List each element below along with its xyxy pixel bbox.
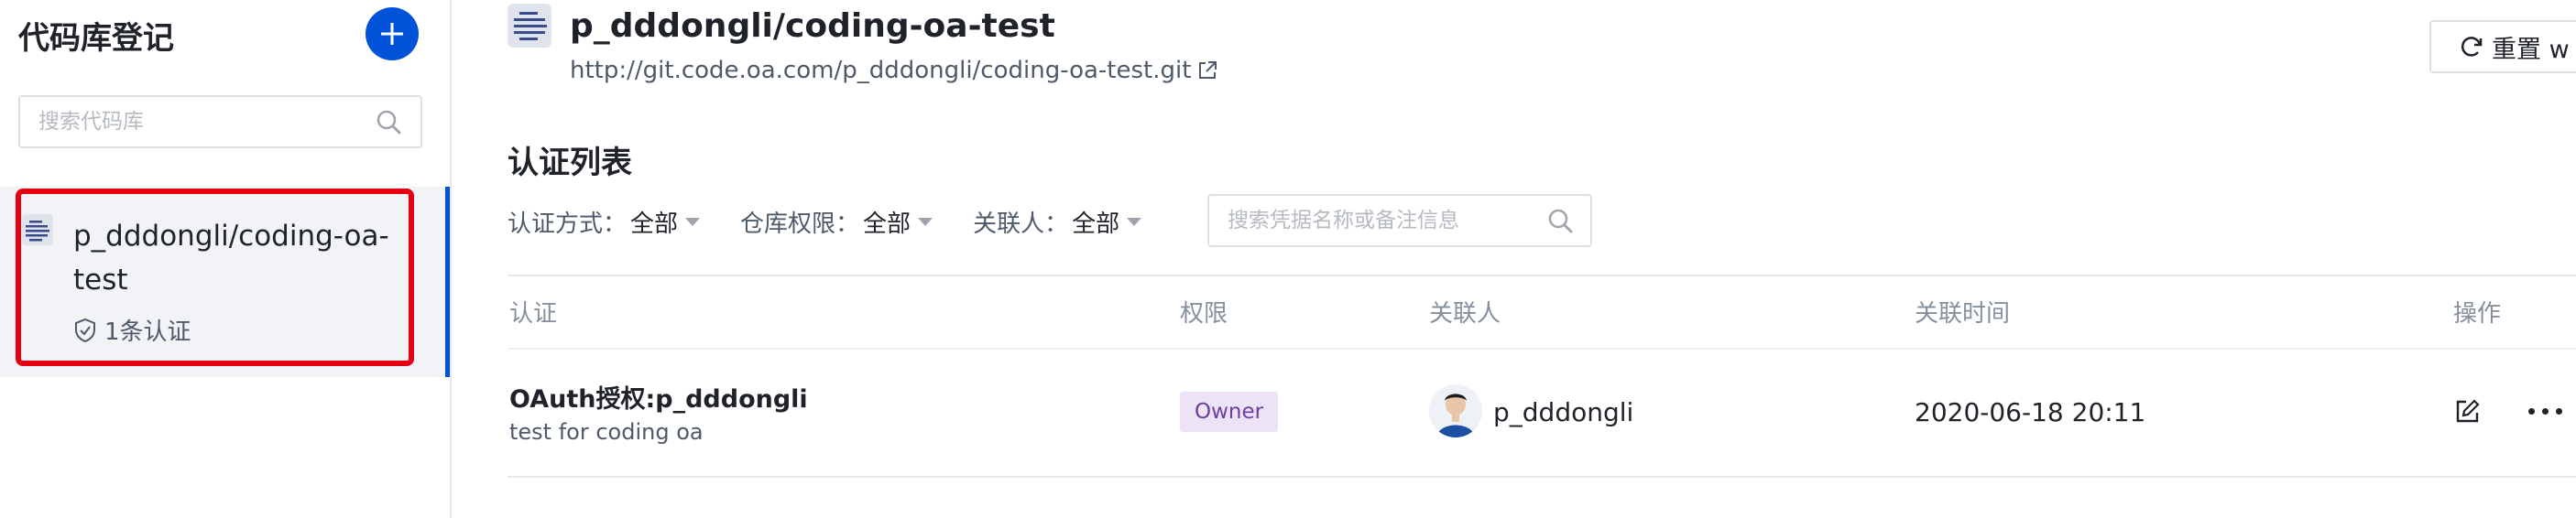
filter-value[interactable]: 全部	[1072, 205, 1119, 239]
table-divider	[508, 275, 2576, 276]
filter-label: 关联人：	[973, 210, 1069, 238]
repo-url-link[interactable]: http://git.code.oa.com/p_dddongli/coding…	[570, 57, 1218, 84]
repo-search-input[interactable]	[38, 110, 375, 134]
filter-repo-permission[interactable]: 仓库权限： 全部	[740, 205, 933, 239]
filter-value[interactable]: 全部	[863, 205, 911, 239]
filter-associated-user[interactable]: 关联人： 全部	[973, 205, 1142, 239]
filter-value[interactable]: 全部	[630, 205, 678, 239]
column-header-permission: 权限	[1180, 300, 1228, 328]
external-link-icon[interactable]	[1196, 59, 1218, 81]
repo-icon	[22, 214, 53, 245]
repo-search-box[interactable]	[18, 95, 422, 148]
associated-user-name: p_dddongli	[1493, 397, 1634, 427]
column-header-user: 关联人	[1429, 300, 1501, 328]
page-title: p_dddongli/coding-oa-test	[570, 7, 1055, 45]
search-icon[interactable]	[375, 108, 402, 135]
caret-down-icon[interactable]	[685, 217, 701, 226]
more-icon[interactable]	[2528, 408, 2562, 415]
section-title: 认证列表	[508, 145, 632, 181]
more-dot	[2556, 408, 2562, 415]
credential-search-input[interactable]	[1228, 209, 1546, 232]
search-icon[interactable]	[1546, 207, 1574, 234]
filter-label: 仓库权限：	[740, 210, 860, 238]
repo-name[interactable]: p_dddongli/coding-oa-test	[73, 214, 403, 302]
table-divider	[508, 348, 2576, 350]
more-dot	[2542, 408, 2549, 415]
filter-label: 认证方式：	[508, 210, 628, 238]
shield-check-icon	[75, 318, 95, 342]
caret-down-icon[interactable]	[1127, 217, 1142, 226]
column-header-auth: 认证	[509, 300, 558, 328]
table-divider	[508, 476, 2576, 478]
refresh-icon	[2461, 37, 2483, 57]
reset-label: 重置 w	[2492, 35, 2570, 64]
edit-icon[interactable]	[2453, 398, 2481, 426]
caret-down-icon[interactable]	[918, 217, 933, 226]
column-header-actions: 操作	[2453, 300, 2502, 328]
repo-auth-count: 1条认证	[73, 313, 191, 347]
repo-icon	[508, 4, 551, 48]
more-dot	[2528, 408, 2535, 415]
repo-url[interactable]: http://git.code.oa.com/p_dddongli/coding…	[570, 57, 1191, 84]
auth-name: OAuth授权:p_dddongli	[509, 385, 808, 414]
user-avatar-image	[1429, 384, 1482, 437]
add-repo-button[interactable]	[366, 7, 419, 60]
filter-auth-method[interactable]: 认证方式： 全部	[508, 205, 701, 239]
auth-description: test for coding oa	[509, 419, 704, 445]
credential-search-box[interactable]	[1207, 194, 1592, 247]
filter-bar: 认证方式： 全部 仓库权限： 全部 关联人： 全部	[508, 194, 1182, 249]
plus-icon	[381, 23, 403, 45]
auth-count-label: 1条认证	[104, 318, 191, 346]
column-header-time: 关联时间	[1915, 300, 2011, 328]
permission-badge: Owner	[1180, 392, 1279, 432]
reset-button[interactable]: 重置 w	[2429, 20, 2576, 73]
sidebar-title: 代码库登记	[18, 20, 174, 57]
associated-time: 2020-06-18 20:11	[1915, 397, 2146, 427]
avatar	[1429, 384, 1482, 437]
